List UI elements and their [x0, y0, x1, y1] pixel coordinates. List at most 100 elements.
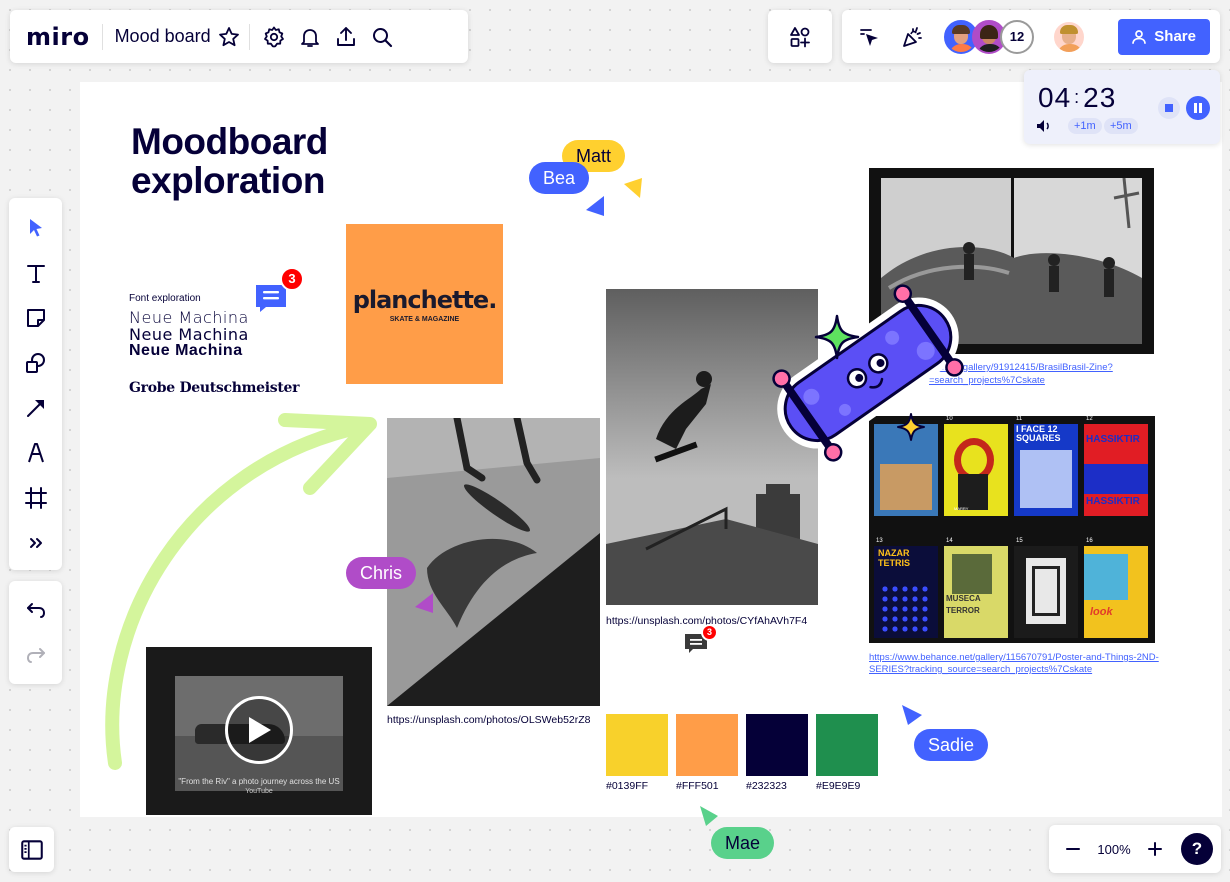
help-button[interactable]: ? [1181, 833, 1213, 865]
skate-shadow-photo[interactable] [387, 418, 600, 706]
share-button[interactable]: Share [1118, 19, 1210, 55]
arrow-tool[interactable] [18, 390, 54, 426]
board-header-bar: miro Mood board [10, 10, 468, 63]
notifications-button[interactable] [292, 19, 328, 55]
cursor-label-mae: Mae [711, 827, 774, 859]
cursor-label-sadie: Sadie [914, 729, 988, 761]
redo-button[interactable] [18, 637, 54, 673]
collaborator-avatars[interactable]: 12 [944, 20, 1034, 54]
export-button[interactable] [328, 19, 364, 55]
cursor-pointer-icon [584, 194, 606, 218]
comment-count-badge: 3 [280, 267, 304, 291]
frame-tool[interactable] [18, 480, 54, 516]
shapes-tool[interactable] [18, 345, 54, 381]
comment-count-badge: 3 [701, 624, 718, 641]
poster-title: NAZAR [878, 548, 910, 558]
divider [102, 24, 103, 50]
behance-link-2-line-1[interactable]: https://www.behance.net/gallery/11567079… [869, 652, 1159, 664]
more-tools-button[interactable] [18, 525, 54, 561]
zoom-in-button[interactable] [1139, 831, 1171, 867]
font-exploration-label: Font exploration [129, 293, 201, 304]
pen-icon [24, 441, 48, 465]
pause-timer-button[interactable] [1186, 96, 1210, 120]
text-icon [24, 261, 48, 285]
sticky-note-tool[interactable] [18, 300, 54, 336]
bring-everyone-button[interactable] [852, 19, 888, 55]
planchette-logo-title: planchette. [353, 286, 497, 314]
arrow-icon [24, 396, 48, 420]
undo-button[interactable] [18, 592, 54, 628]
cursor-label-chris: Chris [346, 557, 416, 589]
collaborator-count-badge[interactable]: 12 [1000, 20, 1034, 54]
cursor-pointer-icon [900, 703, 922, 727]
board-heading[interactable]: Moodboard exploration [131, 122, 328, 200]
planchette-logo-card[interactable]: planchette. SKATE & MAGAZINE [346, 224, 503, 384]
cursor-pointer-icon [413, 591, 435, 615]
sticky-note-icon [24, 306, 48, 330]
minus-icon [1061, 837, 1085, 861]
heading-line-1: Moodboard [131, 122, 328, 161]
play-button[interactable] [225, 696, 293, 764]
color-swatch[interactable] [606, 714, 668, 776]
add-1-minute-button[interactable]: +1m [1068, 118, 1102, 134]
color-swatch[interactable] [816, 714, 878, 776]
cursor-label-bea: Bea [529, 162, 589, 194]
zoom-controls: 100% ? [1049, 825, 1221, 873]
zoom-level[interactable]: 100% [1089, 842, 1139, 857]
poster-caption: MARRY [954, 506, 968, 511]
search-button[interactable] [364, 19, 400, 55]
video-embed[interactable]: "From the Riv" a photo journey across th… [146, 647, 372, 815]
poster-tile: HASSIKTIR HASSIKTIR 12 [1084, 424, 1148, 516]
bell-icon [298, 25, 322, 49]
user-icon [1130, 28, 1148, 46]
swatch-label: #FFF501 [676, 780, 719, 792]
star-button[interactable] [215, 19, 243, 55]
video-caption: "From the Riv" a photo journey across th… [146, 777, 372, 786]
redo-icon [24, 643, 48, 667]
swatch-label: #E9E9E9 [816, 780, 860, 792]
poster-tile: MUSECA TERROR 14 [944, 546, 1008, 638]
settings-button[interactable] [256, 19, 292, 55]
stop-icon [1165, 104, 1173, 112]
poster-title: TETRIS [878, 558, 910, 568]
poster-title: I FACE 12 SQUARES [1016, 425, 1076, 443]
miro-logo[interactable]: miro [26, 23, 90, 51]
collaboration-bar: 12 Share [842, 10, 1220, 63]
photo-1-link[interactable]: https://unsplash.com/photos/OLSWeb52rZ8 [387, 714, 591, 726]
stop-timer-button[interactable] [1158, 97, 1180, 119]
pen-tool[interactable] [18, 435, 54, 471]
pause-icon [1193, 103, 1203, 113]
apps-icon [788, 25, 812, 49]
select-icon [24, 216, 48, 240]
planchette-logo-subtitle: SKATE & MAGAZINE [390, 316, 459, 323]
comment-thread[interactable]: 3 [684, 631, 710, 657]
swatch-label: #0139FF [606, 780, 648, 792]
color-swatch[interactable] [676, 714, 738, 776]
poster-tile: I FACE 12 SQUARES 11 [1014, 424, 1078, 516]
swatch-label: #232323 [746, 780, 787, 792]
add-5-minutes-button[interactable]: +5m [1104, 118, 1138, 134]
board-title[interactable]: Mood board [115, 26, 211, 47]
celebrate-button[interactable] [894, 19, 930, 55]
search-icon [370, 25, 394, 49]
timer-display: 04:23 [1038, 82, 1116, 114]
share-label: Share [1154, 28, 1196, 45]
blackletter-sample: Grobe Deutschmeister [129, 380, 299, 396]
select-tool[interactable] [18, 210, 54, 246]
text-tool[interactable] [18, 255, 54, 291]
timer-minutes: 04 [1038, 82, 1071, 113]
comment-thread[interactable]: 3 [254, 283, 288, 313]
apps-bar [768, 10, 832, 63]
play-icon [247, 717, 271, 743]
skateboard-sticker[interactable] [768, 278, 968, 468]
apps-button[interactable] [782, 19, 818, 55]
color-swatch[interactable] [746, 714, 808, 776]
poster-tile: NAZAR TETRIS 13 [874, 546, 938, 638]
skate-shadow-image [387, 418, 600, 706]
current-user-avatar[interactable] [1052, 20, 1086, 54]
board-panel-toggle[interactable] [9, 827, 54, 872]
zoom-out-button[interactable] [1057, 831, 1089, 867]
party-popper-icon [900, 25, 924, 49]
behance-link-2-line-2[interactable]: SERIES?tracking_source=search_projects%7… [869, 664, 1092, 676]
volume-icon[interactable] [1036, 119, 1052, 133]
